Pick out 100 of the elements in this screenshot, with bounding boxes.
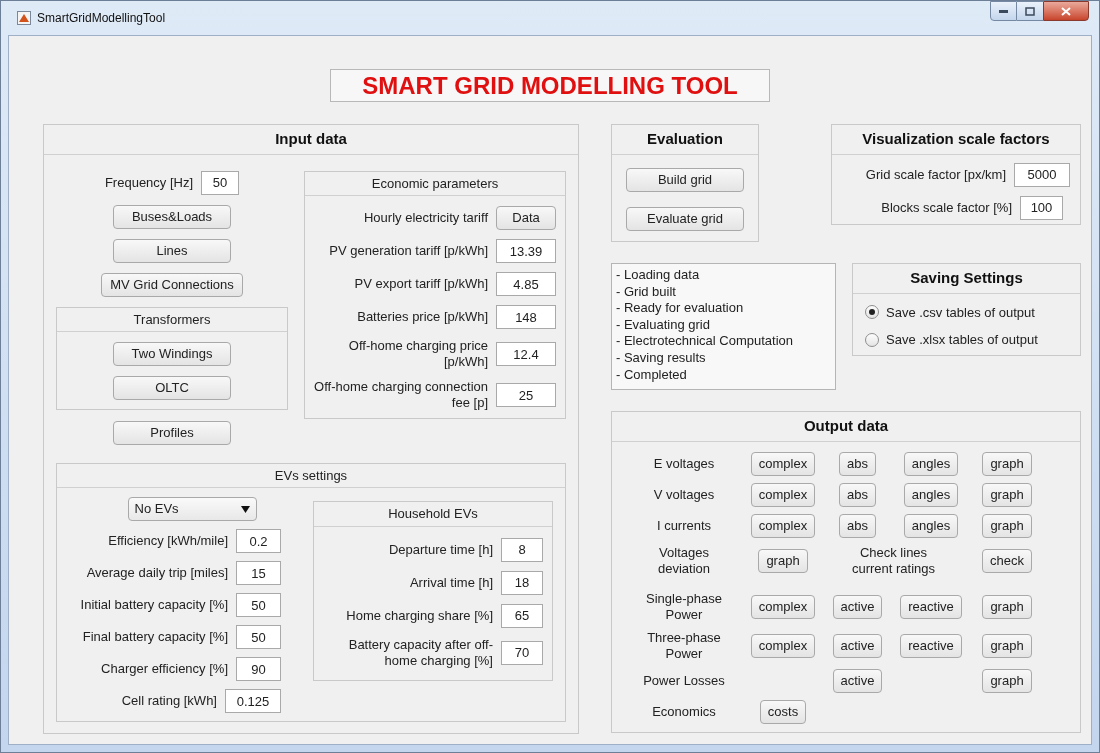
output-button[interactable]: graph [758,548,808,573]
evaluation-button[interactable]: Evaluate grid [626,206,744,231]
household-ev-field[interactable]: 70 [501,640,543,665]
field-label: Charger efficiency [%] [101,661,228,677]
maximize-button[interactable] [1017,1,1043,21]
log-line: - Grid built [616,283,677,301]
ev-field[interactable]: 50 [236,593,281,617]
data-button[interactable]: Buses&Loads [113,204,231,229]
ev-dropdown[interactable]: No EVs [127,497,257,521]
close-button[interactable] [1043,1,1089,21]
output-button[interactable]: active [832,668,883,693]
profiles-button[interactable]: Profiles [113,420,231,445]
output-button[interactable]: abs [839,451,876,476]
output-button[interactable]: graph [982,668,1032,693]
panel-title: Transformers [133,310,211,329]
scale-field[interactable]: 5000 [1014,162,1070,187]
log-line: - Evaluating grid [616,316,711,334]
app-icon [17,11,31,25]
field-label: Off-home charging price [p/kWh] [347,338,488,370]
panel-title: Input data [275,129,347,149]
log-line: - Electrotechnical Computation [616,333,795,350]
household-ev-field[interactable]: 65 [501,603,543,628]
data-button[interactable]: Lines [113,238,231,263]
ev-field[interactable]: 15 [236,561,281,585]
evaluation-button[interactable]: Build grid [626,167,744,192]
output-button[interactable]: graph [982,482,1032,507]
output-button[interactable]: complex [750,594,816,619]
field-label: Grid scale factor [px/km] [865,166,1006,183]
maximize-icon [1025,6,1035,16]
radio-button[interactable] [865,305,879,320]
log-line: - Completed [616,366,688,384]
radio-button[interactable] [865,332,879,347]
field-label: Frequency [Hz] [104,173,194,192]
output-label: Voltages deviation [656,544,711,577]
output-button[interactable]: complex [750,633,816,658]
ev-field[interactable]: 90 [236,657,281,681]
radio-label: Save .csv tables of output [886,303,1035,322]
transformer-button[interactable]: OLTC [113,376,231,400]
log-line: - Ready for evaluation [616,300,745,317]
economic-field[interactable]: 25 [496,383,556,407]
output-button[interactable]: graph [982,451,1032,476]
output-button[interactable]: reactive [900,633,962,658]
output-button[interactable]: abs [839,482,876,507]
ev-field[interactable]: 0.2 [236,529,281,553]
field-label: Home charging share [%] [345,607,493,624]
household-ev-field[interactable]: 8 [501,537,543,562]
ev-field[interactable]: 0.125 [225,689,281,713]
output-button[interactable]: active [832,594,883,619]
economic-field[interactable]: 148 [496,305,556,329]
output-label: V voltages [652,486,716,503]
panel-title: Evaluation [647,129,723,149]
scale-field[interactable]: 100 [1020,195,1063,220]
output-button[interactable]: graph [982,594,1032,619]
frequency-field[interactable]: 50 [201,170,240,195]
economic-field[interactable]: 13.39 [496,239,556,263]
data-button[interactable]: Data [496,206,556,230]
output-label: Three-phase Power [646,629,722,662]
field-label: PV export tariff [p/kWh] [353,276,488,292]
output-button[interactable]: reactive [900,594,962,619]
field-label: Average daily trip [miles] [86,565,228,581]
close-icon [1061,6,1071,16]
household-ev-field[interactable]: 18 [501,570,543,595]
log-line: - Loading data [616,267,701,284]
panel-title: Visualization scale factors [862,129,1050,149]
output-button[interactable]: angles [903,482,959,507]
data-button[interactable]: MV Grid Connections [101,272,243,297]
field-label: Arrival time [h] [408,574,493,591]
output-button[interactable]: abs [839,513,876,538]
output-button[interactable]: complex [750,482,816,507]
output-label: Power Losses [642,672,726,689]
output-label: Single-phase Power [645,590,723,623]
output-button[interactable]: angles [903,451,959,476]
output-button[interactable]: complex [750,451,816,476]
output-button[interactable]: check [982,548,1032,573]
field-label: Initial battery capacity [%] [80,597,228,613]
output-button[interactable]: complex [750,513,816,538]
panel-title: EVs settings [274,466,348,485]
transformer-button[interactable]: Two Windings [113,342,231,366]
dropdown-caret-icon [240,505,250,513]
log-line: - Saving results [616,349,707,367]
field-label: Cell rating [kWh] [121,693,217,709]
check-lines-label: Check lines current ratings [850,544,937,577]
field-label: Off-home charging connection fee [p] [313,379,488,411]
field-label: Final battery capacity [%] [82,629,228,645]
output-label: Economics [651,703,717,720]
minimize-icon [999,9,1008,13]
output-button[interactable]: graph [982,513,1032,538]
output-label: E voltages [652,455,716,472]
output-button[interactable]: angles [903,513,959,538]
window-title: SmartGridModellingTool [37,10,166,27]
field-label: Hourly electricity tariff [363,210,488,226]
minimize-button[interactable] [990,1,1017,21]
panel-title: Output data [803,416,889,436]
economic-field[interactable]: 4.85 [496,272,556,296]
output-button[interactable]: graph [982,633,1032,658]
ev-field[interactable]: 50 [236,625,281,649]
economic-field[interactable]: 12.4 [496,342,556,366]
output-button[interactable]: active [832,633,883,658]
output-button[interactable]: costs [759,699,807,724]
output-label: I currents [655,517,713,534]
